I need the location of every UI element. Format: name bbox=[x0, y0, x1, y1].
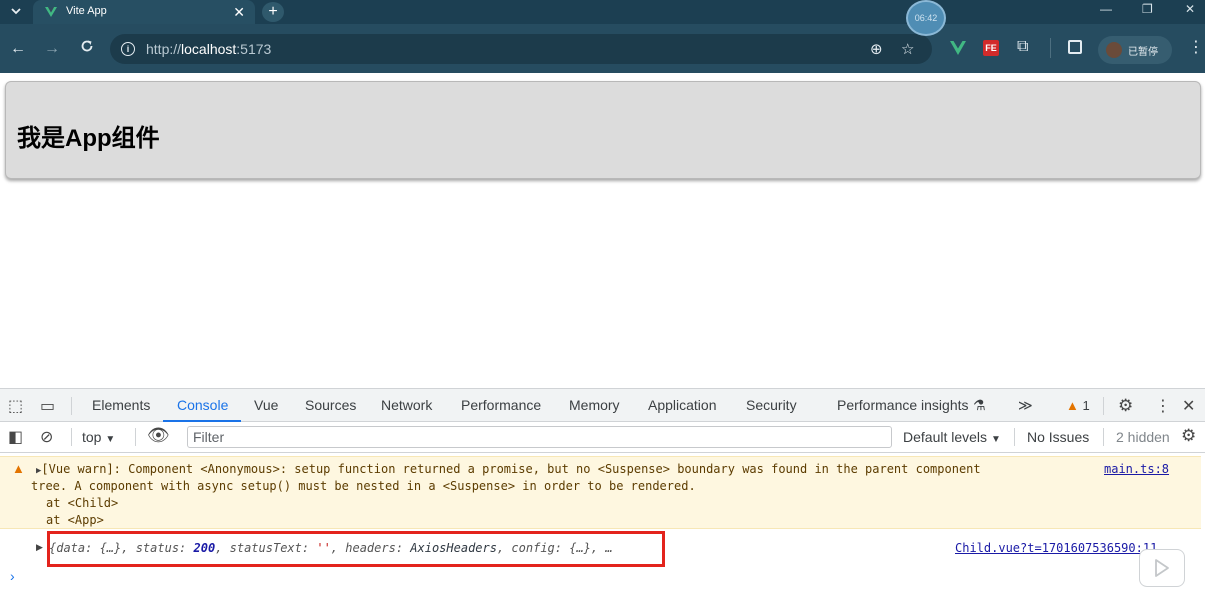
warning-icon: ▲ bbox=[12, 461, 25, 476]
kebab-menu-icon[interactable]: ⋮ bbox=[1188, 37, 1204, 57]
tab-memory[interactable]: Memory bbox=[569, 397, 620, 413]
log-levels-dropdown[interactable]: Default levels ▼ bbox=[903, 429, 1001, 445]
fe-extension-icon[interactable]: FE bbox=[983, 40, 999, 56]
console-filter-bar: ◧ ⊘ top ▼ 👁 Default levels ▼ No Issues 2… bbox=[0, 422, 1205, 453]
vue-devtools-extension-icon[interactable] bbox=[950, 41, 966, 55]
toolbar-divider bbox=[1050, 38, 1051, 58]
dropdown-arrow-icon: ▼ bbox=[105, 434, 116, 445]
warning-source-link[interactable]: main.ts:8 bbox=[1104, 462, 1169, 476]
tab-sources[interactable]: Sources bbox=[305, 397, 356, 413]
warning-count: 1 bbox=[1082, 398, 1090, 413]
profile-status: 已暂停 bbox=[1128, 47, 1158, 58]
url-text: http://localhost:5173 bbox=[146, 41, 272, 57]
sidebar-toggle-icon[interactable]: ◧ bbox=[8, 427, 23, 447]
log-source-link[interactable]: Child.vue?t=1701607536590:11 bbox=[955, 541, 1157, 555]
more-tabs-icon[interactable]: ≫ bbox=[1018, 397, 1033, 414]
divider bbox=[135, 428, 136, 446]
video-play-button[interactable] bbox=[1139, 549, 1185, 587]
warning-stack-child: at <Child> bbox=[46, 496, 119, 510]
warning-icon: ▲ bbox=[1066, 398, 1079, 413]
tab-title: Vite App bbox=[66, 5, 107, 17]
log-levels-label: Default levels bbox=[903, 429, 988, 445]
new-tab-button[interactable]: + bbox=[262, 2, 284, 22]
tab-application[interactable]: Application bbox=[648, 397, 717, 413]
minimize-icon[interactable]: — bbox=[1100, 2, 1112, 16]
tab-performance[interactable]: Performance bbox=[461, 397, 541, 413]
divider bbox=[71, 428, 72, 446]
divider bbox=[1014, 428, 1015, 446]
console-prompt[interactable]: › bbox=[10, 568, 15, 584]
warning-text-line-2: tree. A component with async setup() mus… bbox=[31, 479, 696, 493]
restore-icon[interactable]: ❐ bbox=[1142, 2, 1153, 16]
site-info-icon[interactable]: i bbox=[121, 42, 135, 56]
recording-timer: 06:42 bbox=[906, 0, 946, 36]
recording-time: 06:42 bbox=[914, 13, 938, 23]
close-window-icon[interactable]: ✕ bbox=[1185, 2, 1195, 16]
divider bbox=[1103, 397, 1104, 415]
browser-tab[interactable]: Vite App ✕ bbox=[33, 0, 255, 24]
chevron-down-icon bbox=[11, 8, 21, 15]
warning-counter[interactable]: ▲ 1 bbox=[1066, 398, 1090, 413]
app-component-box: 我是App组件 bbox=[5, 81, 1201, 179]
tab-vue[interactable]: Vue bbox=[254, 397, 278, 413]
bookmark-star-icon[interactable]: ☆ bbox=[901, 40, 914, 58]
reload-icon[interactable] bbox=[77, 39, 97, 59]
tab-network[interactable]: Network bbox=[381, 397, 432, 413]
tab-console[interactable]: Console bbox=[177, 397, 228, 413]
context-value: top bbox=[82, 429, 102, 445]
forward-icon[interactable]: → bbox=[42, 39, 62, 59]
tab-search-button[interactable] bbox=[6, 3, 26, 21]
address-bar[interactable]: i http://localhost:5173 ⊕ ☆ bbox=[110, 34, 932, 64]
close-devtools-icon[interactable]: ✕ bbox=[1182, 396, 1195, 416]
divider bbox=[1103, 428, 1104, 446]
back-icon[interactable]: ← bbox=[8, 39, 28, 59]
dropdown-arrow-icon: ▼ bbox=[990, 434, 1001, 445]
devtools-tab-bar: ⬚ ▭ Elements Console Vue Sources Network… bbox=[0, 388, 1205, 422]
extensions-puzzle-icon[interactable]: ⧉ bbox=[1017, 38, 1028, 56]
warning-stack-app: at <App> bbox=[46, 513, 104, 527]
tab-elements[interactable]: Elements bbox=[92, 397, 150, 413]
annotation-highlight-box bbox=[47, 531, 665, 567]
flask-icon: ⚗ bbox=[973, 397, 986, 413]
tab-close-icon[interactable]: ✕ bbox=[233, 3, 245, 21]
warning-text-line-1[interactable]: ▶[Vue warn]: Component <Anonymous>: setu… bbox=[36, 462, 981, 476]
browser-toolbar: ← → i http://localhost:5173 ⊕ ☆ FE ⧉ 已暂停… bbox=[0, 24, 1205, 73]
console-settings-gear-icon[interactable]: ⚙ bbox=[1181, 426, 1196, 446]
kebab-menu-icon[interactable]: ⋮ bbox=[1155, 396, 1171, 416]
context-selector[interactable]: top ▼ bbox=[82, 429, 115, 445]
tab-performance-insights[interactable]: Performance insights bbox=[837, 397, 969, 413]
console-warning-message: ▲ ▶[Vue warn]: Component <Anonymous>: se… bbox=[0, 456, 1201, 529]
tab-security[interactable]: Security bbox=[746, 397, 797, 413]
side-panel-icon[interactable] bbox=[1068, 40, 1082, 54]
filter-input[interactable] bbox=[187, 426, 892, 448]
settings-gear-icon[interactable]: ⚙ bbox=[1118, 396, 1133, 416]
issues-button[interactable]: No Issues bbox=[1027, 429, 1089, 445]
eye-icon[interactable]: 👁 bbox=[147, 425, 170, 446]
device-toolbar-icon[interactable]: ▭ bbox=[40, 396, 55, 416]
zoom-icon[interactable]: ⊕ bbox=[870, 40, 883, 58]
profile-button[interactable]: 已暂停 bbox=[1098, 36, 1172, 64]
expand-triangle-icon[interactable]: ▶ bbox=[36, 542, 43, 553]
divider bbox=[71, 397, 72, 415]
clear-console-icon[interactable]: ⊘ bbox=[40, 427, 53, 447]
vite-logo-icon bbox=[45, 7, 57, 17]
inspect-element-icon[interactable]: ⬚ bbox=[8, 396, 23, 416]
page-title: 我是App组件 bbox=[17, 125, 160, 152]
hidden-messages-count: 2 hidden bbox=[1116, 429, 1170, 445]
play-icon bbox=[1155, 559, 1169, 577]
avatar bbox=[1106, 42, 1122, 58]
tab-strip: Vite App ✕ + — ❐ ✕ bbox=[0, 0, 1205, 24]
